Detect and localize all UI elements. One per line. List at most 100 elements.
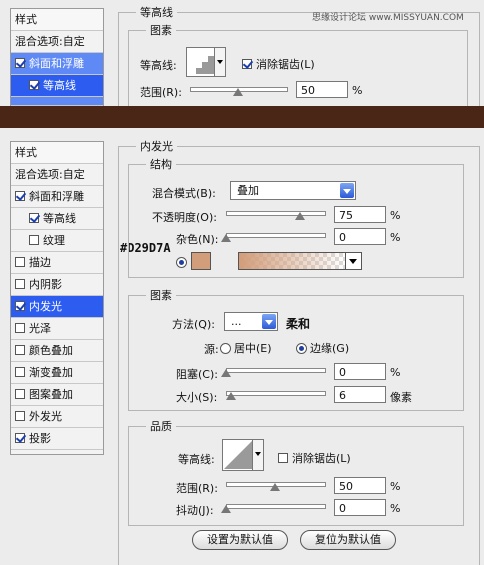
- top-sidebar-texture[interactable]: [11, 97, 103, 106]
- make-default-button[interactable]: 设置为默认值: [192, 530, 288, 550]
- technique-label: 方法(Q):: [172, 318, 215, 331]
- jitter-slider-thumb[interactable]: [221, 505, 231, 513]
- chevron-down-icon[interactable]: [340, 183, 354, 198]
- sidebar-item[interactable]: 光泽: [11, 318, 103, 340]
- chevron-down-icon[interactable]: [262, 314, 276, 329]
- noise-label: 杂色(N):: [176, 233, 219, 246]
- choke-input[interactable]: 0: [334, 363, 386, 380]
- top-sidebar-blend-options[interactable]: 混合选项:自定: [11, 31, 103, 53]
- style-sidebar: 样式 混合选项:自定斜面和浮雕等高线纹理描边 内阴影 内发光 光泽颜色叠加渐变叠加图案…: [10, 141, 104, 455]
- radio-icon[interactable]: [296, 343, 307, 354]
- checkbox-icon[interactable]: [15, 58, 25, 68]
- quality-contour-picker[interactable]: [222, 439, 264, 471]
- sidebar-item[interactable]: 纹理: [11, 230, 103, 252]
- size-slider-thumb[interactable]: [226, 392, 236, 400]
- structure-title: 结构: [146, 156, 176, 172]
- sidebar-header: 样式: [11, 142, 103, 164]
- top-group-title: 图素: [146, 22, 176, 38]
- chevron-down-icon[interactable]: [252, 440, 263, 470]
- sidebar-item[interactable]: 混合选项:自定: [11, 164, 103, 186]
- sidebar-item[interactable]: 内发光: [11, 296, 103, 318]
- chevron-down-icon[interactable]: [214, 48, 225, 76]
- opacity-input[interactable]: 75: [334, 206, 386, 223]
- top-range-slider-thumb[interactable]: [233, 88, 243, 96]
- source-label: 源:: [204, 343, 219, 356]
- contour-curve-icon: [190, 50, 214, 74]
- sidebar-item[interactable]: 等高线: [11, 208, 103, 230]
- blend-mode-select[interactable]: 叠加: [230, 181, 356, 200]
- choke-slider-thumb[interactable]: [221, 369, 231, 377]
- sidebar-item[interactable]: 图案叠加: [11, 384, 103, 406]
- top-contour-picker[interactable]: [186, 47, 226, 77]
- top-range-unit: %: [352, 84, 363, 97]
- checkbox-icon[interactable]: [15, 367, 25, 377]
- checkbox-icon[interactable]: [15, 301, 25, 311]
- sidebar-item-label: 颜色叠加: [29, 344, 73, 357]
- sidebar-item[interactable]: 描边: [11, 252, 103, 274]
- top-contour-label: 等高线:: [140, 59, 177, 72]
- source-center-option[interactable]: 居中(E): [220, 340, 272, 356]
- quality-antialias[interactable]: 消除锯齿(L): [278, 450, 351, 466]
- sidebar-item-label: 混合选项:自定: [15, 168, 85, 181]
- sidebar-item[interactable]: 渐变叠加: [11, 362, 103, 384]
- size-input[interactable]: 6: [334, 386, 386, 403]
- sidebar-item[interactable]: 颜色叠加: [11, 340, 103, 362]
- color-radio[interactable]: [176, 257, 187, 268]
- opacity-slider-thumb[interactable]: [294, 212, 305, 220]
- top-antialias[interactable]: 消除锯齿(L): [242, 56, 315, 72]
- noise-slider-thumb[interactable]: [221, 234, 231, 242]
- noise-input[interactable]: 0: [334, 228, 386, 245]
- top-sidebar-contour[interactable]: 等高线: [11, 75, 103, 97]
- sidebar-item[interactable]: 投影: [11, 428, 103, 450]
- source-edge-option[interactable]: 边缘(G): [296, 340, 349, 356]
- checkbox-icon[interactable]: [15, 345, 25, 355]
- checkbox-icon[interactable]: [242, 59, 252, 69]
- checkbox-icon[interactable]: [29, 80, 39, 90]
- top-range-label: 范围(R):: [140, 86, 182, 99]
- reset-default-button[interactable]: 复位为默认值: [300, 530, 396, 550]
- radio-icon[interactable]: [220, 343, 231, 354]
- quality-range-slider-thumb[interactable]: [270, 483, 280, 491]
- checkbox-icon[interactable]: [15, 191, 25, 201]
- opacity-slider[interactable]: [226, 211, 326, 216]
- top-sidebar-bevel[interactable]: 斜面和浮雕: [11, 53, 103, 75]
- choke-unit: %: [390, 366, 401, 379]
- quality-title: 品质: [146, 418, 176, 434]
- color-swatch[interactable]: [191, 252, 211, 270]
- sidebar-item-label: 斜面和浮雕: [29, 190, 84, 203]
- sidebar-item[interactable]: 内阴影: [11, 274, 103, 296]
- noise-slider[interactable]: [226, 233, 326, 238]
- checkbox-icon[interactable]: [15, 433, 25, 443]
- checkbox-icon[interactable]: [15, 411, 25, 421]
- top-sidebar-header: 样式: [11, 9, 103, 31]
- gradient-picker[interactable]: [238, 252, 362, 270]
- watermark: 思缘设计论坛 www.MISSYUAN.COM: [312, 13, 464, 23]
- checkbox-icon[interactable]: [15, 323, 25, 333]
- source-center-label: 居中(E): [234, 342, 272, 355]
- sidebar-item-label: 外发光: [29, 410, 62, 423]
- checkbox-icon[interactable]: [15, 257, 25, 267]
- divider-band: [0, 106, 484, 128]
- choke-slider[interactable]: [226, 368, 326, 373]
- size-slider[interactable]: [226, 391, 326, 396]
- gradient-fill: [239, 253, 345, 269]
- sidebar-item[interactable]: 外发光: [11, 406, 103, 428]
- top-range-input[interactable]: 50: [296, 81, 348, 98]
- sidebar-item-label: 纹理: [43, 234, 65, 247]
- sidebar-item-label: 图案叠加: [29, 388, 73, 401]
- checkbox-icon[interactable]: [29, 235, 39, 245]
- size-unit: 像素: [390, 391, 412, 404]
- checkbox-icon[interactable]: [29, 213, 39, 223]
- sidebar-item-label: 等高线: [43, 212, 76, 225]
- checkbox-icon[interactable]: [15, 279, 25, 289]
- checkbox-icon[interactable]: [15, 389, 25, 399]
- sidebar-item[interactable]: 斜面和浮雕: [11, 186, 103, 208]
- checkbox-icon[interactable]: [278, 453, 288, 463]
- technique-value: ...: [231, 315, 242, 328]
- jitter-slider[interactable]: [226, 504, 326, 509]
- quality-range-input[interactable]: 50: [334, 477, 386, 494]
- technique-select[interactable]: ...: [224, 312, 278, 331]
- jitter-input[interactable]: 0: [334, 499, 386, 516]
- chevron-down-icon[interactable]: [345, 253, 361, 269]
- choke-label: 阻塞(C):: [176, 368, 218, 381]
